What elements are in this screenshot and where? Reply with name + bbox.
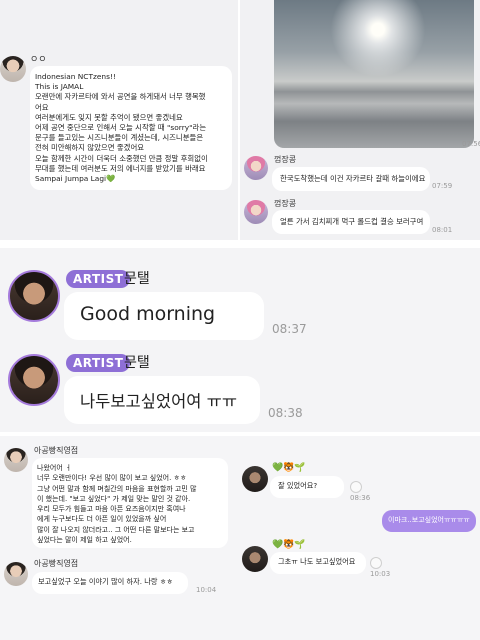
sender-avatar[interactable] <box>242 546 268 572</box>
reaction-icons: 💚🐯🌱 <box>272 540 306 550</box>
message-line: 여러분에게도 잊지 못할 추억이 됐으면 좋겠네요 <box>35 112 183 122</box>
message-text: 보고싶었구 오늘 이야기 많이 하자. 나랑 ㅎㅎ <box>38 577 174 586</box>
chat-panel-bottom-right: 💚🐯🌱 잘 있었어요? 08:36 이마크..보고싶었어ㅠㅠㅠㅠ 💚🐯🌱 그초ㅠ… <box>240 436 480 640</box>
message-text: 얼른 가서 김치찌개 먹구 롤드컵 결승 보러구여 <box>280 217 424 226</box>
chat-panel-bottom-left: 아공빵직영점 나왔어어 ㅓ 너무 오랜만이다! 우선 많이 많이 보고 싶었어.… <box>0 436 240 640</box>
sender-name: ㅇㅇ <box>30 55 47 65</box>
message-time: 08:38 <box>268 406 303 420</box>
artist-avatar[interactable] <box>8 354 60 406</box>
message-line: 우리 모두가 힘들고 마음 아픈 요즈음이지만 혹여나 <box>37 505 186 514</box>
message-text: 그초ㅠ 나도 보고싶었어요 <box>278 557 356 566</box>
sender-avatar[interactable] <box>4 448 28 472</box>
message-time: 10:03 <box>370 570 391 578</box>
message-time: 08:01 <box>432 226 453 234</box>
message-line: 어요 <box>35 102 49 112</box>
message-text: 한국도착했는데 이건 자카르타 갈때 하늘이에요 <box>280 174 426 183</box>
sender-name: 아공빵직영점 <box>34 446 79 455</box>
chat-panel-top-left: ㅇㅇ Indonesian NCTzens!! This is JAMAL 오랜… <box>0 0 238 240</box>
message-time: 08:36 <box>350 494 371 502</box>
reply-icon[interactable] <box>350 481 362 493</box>
photo-time: 07:56 <box>462 140 480 148</box>
artist-name: 문탤 <box>124 355 150 371</box>
message-line: 오랜만에 자카르타에 와서 공연을 하게돼서 너무 행복했 <box>35 92 206 102</box>
message-line: 무대를 했는데 여러분도 저의 에너지를 받았기를 바래요 <box>35 163 206 173</box>
message-bubble: 한국도착했는데 이건 자카르타 갈때 하늘이에요 <box>272 167 430 191</box>
message-time: 08:37 <box>272 322 307 336</box>
message-bubble: 얼른 가서 김치찌개 먹구 롤드컵 결승 보러구여 <box>272 210 430 234</box>
sender-name: 껌장콩 <box>274 155 297 164</box>
message-bubble: 보고싶었구 오늘 이야기 많이 하자. 나랑 ㅎㅎ <box>32 572 188 594</box>
message-line: 나왔어어 ㅓ <box>37 464 72 472</box>
message-text: 나두보고싶었어여 ㅠㅠ <box>80 392 238 411</box>
artist-badge: ARTIST <box>66 270 131 288</box>
message-text: 이마크..보고싶었어ㅠㅠㅠㅠ <box>388 516 470 524</box>
chat-panel-top-right: 07:56 껌장콩 한국도착했는데 이건 자카르타 갈때 하늘이에요 07:59… <box>240 0 480 240</box>
message-line: 문구를 들고있는 시즈니분들이 계셨는데, 시즈니분들은 <box>35 133 204 143</box>
message-line: 싶었다는 말이 제일 하고 싶었어. <box>37 536 132 545</box>
sender-avatar[interactable] <box>244 156 268 180</box>
sender-name: 껌장콩 <box>274 199 297 208</box>
sender-avatar[interactable] <box>244 200 268 224</box>
reaction-icons: 💚🐯🌱 <box>272 463 306 473</box>
sender-avatar[interactable] <box>4 562 28 586</box>
sender-name: 아공빵직영점 <box>34 559 79 568</box>
message-line: 에게 누구보다도 더 아픈 일이 있었을까 싶어 <box>37 515 167 524</box>
reply-icon[interactable] <box>370 557 382 569</box>
message-bubble: 잘 있었어요? <box>270 476 344 498</box>
message-line: Sampai Jumpa Lagi💚 <box>35 174 116 184</box>
message-line: 이 했는데. "보고 싶었다" 가 제일 맞는 말인 것 같아. <box>37 494 191 503</box>
message-line: 많이 잘 나오지 않더라고.. 그 어떤 다른 말보다는 보고 <box>37 525 195 534</box>
message-line: Indonesian NCTzens!! <box>35 72 116 81</box>
message-text: 잘 있었어요? <box>278 481 318 490</box>
message-bubble: 나왔어어 ㅓ 너무 오랜만이다! 우선 많이 많이 보고 싶었어. ㅎㅎ 그냥 … <box>32 458 228 548</box>
sky-photo[interactable] <box>274 0 474 148</box>
message-line: 너무 오랜만이다! 우선 많이 많이 보고 싶었어. ㅎㅎ <box>37 474 187 483</box>
message-line: 그냥 어떤 말과 함께 며칠간의 마음을 표현할까 고민 많 <box>37 484 197 493</box>
my-message-bubble: 이마크..보고싶었어ㅠㅠㅠㅠ <box>382 510 476 532</box>
chat-panel-artist: ARTIST 문탤 Good morning 08:37 ARTIST 문탤 나… <box>0 248 480 432</box>
message-line: 어제 공연 중단으로 인해서 오늘 시작할 때 "sorry"라는 <box>35 123 207 133</box>
sender-avatar[interactable] <box>0 56 26 82</box>
artist-avatar[interactable] <box>8 270 60 322</box>
message-bubble: Good morning <box>64 292 264 340</box>
message-time: 07:59 <box>432 182 453 190</box>
message-line: 오늘 함께한 시간이 더욱더 소중했던 만큼 정말 후회없이 <box>35 153 208 163</box>
message-line: 전혀 미안해하지 않았으면 좋겠어요 <box>35 143 145 153</box>
message-bubble: 그초ㅠ 나도 보고싶었어요 <box>270 552 366 574</box>
message-bubble: Indonesian NCTzens!! This is JAMAL 오랜만에 … <box>30 66 232 190</box>
message-text: Good morning <box>80 303 216 325</box>
artist-name: 문탤 <box>124 271 150 287</box>
sender-avatar[interactable] <box>242 466 268 492</box>
artist-badge: ARTIST <box>66 354 131 372</box>
message-time: 10:04 <box>196 586 217 594</box>
message-line: This is JAMAL <box>35 82 84 92</box>
message-bubble: 나두보고싶었어여 ㅠㅠ <box>64 376 260 424</box>
